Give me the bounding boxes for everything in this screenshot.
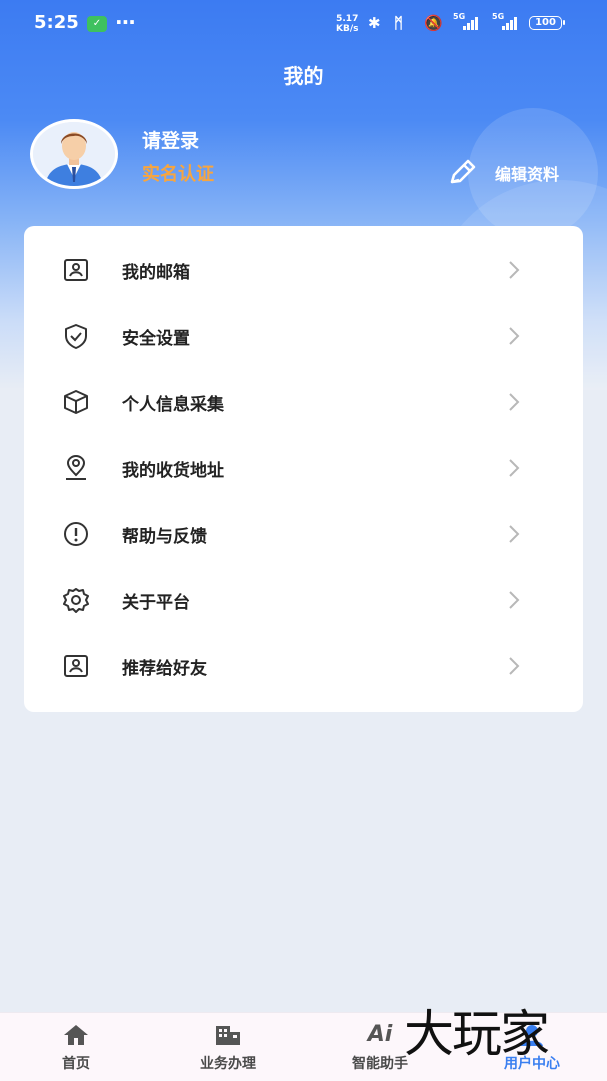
status-time: 5:25 — [34, 12, 79, 33]
chevron-right-icon — [509, 657, 520, 675]
chevron-right-icon — [509, 459, 520, 477]
chevron-right-icon — [509, 261, 520, 279]
mailbox-icon — [64, 259, 88, 281]
exclamation-circle-icon — [64, 522, 88, 546]
ai-icon: Ai — [367, 1022, 393, 1047]
menu-item-label: 我的邮箱 — [122, 263, 190, 283]
chevron-right-icon — [509, 393, 520, 411]
status-bar: 5:25 ✓ ··· 5.17 KB/s ✱ ᛗ 🔕 5G 5G 100 — [0, 0, 607, 48]
menu-item-label: 安全设置 — [122, 329, 190, 349]
menu-item-mailbox[interactable]: 我的邮箱 — [24, 237, 583, 303]
chevron-right-icon — [509, 591, 520, 609]
menu-item-label: 帮助与反馈 — [122, 527, 207, 547]
pencil-icon — [450, 159, 476, 184]
wechat-icon: ✓ — [87, 16, 107, 32]
battery-icon: 100 — [529, 16, 565, 30]
building-icon — [216, 1026, 240, 1045]
more-notifications-icon: ··· — [115, 10, 136, 34]
net-speed: 5.17 KB/s — [336, 14, 359, 34]
box-icon — [64, 390, 88, 414]
shield-check-icon — [65, 324, 87, 349]
menu-item-label: 推荐给好友 — [122, 659, 207, 679]
edit-profile-button[interactable]: 编辑资料 — [447, 158, 559, 188]
page-title: 我的 — [283, 64, 324, 88]
tab-label: 首页 — [62, 1056, 90, 1072]
menu-item-help-feedback[interactable]: 帮助与反馈 — [24, 501, 583, 567]
gear-icon — [63, 588, 89, 613]
menu-item-label: 关于平台 — [122, 593, 190, 613]
home-icon — [64, 1025, 88, 1045]
chevron-right-icon — [509, 525, 520, 543]
menu-item-personal-info[interactable]: 个人信息采集 — [24, 369, 583, 435]
bluetooth-icon: ✱ — [368, 14, 381, 32]
menu-item-label: 我的收货地址 — [122, 461, 224, 481]
tab-label: 业务办理 — [200, 1056, 256, 1072]
share-card-icon — [64, 655, 88, 677]
tab-home[interactable]: 首页 — [20, 1013, 132, 1081]
menu-item-label: 个人信息采集 — [122, 395, 224, 415]
menu-item-security[interactable]: 安全设置 — [24, 303, 583, 369]
user-avatar-icon — [33, 122, 115, 186]
menu-card: 我的邮箱 安全设置 个人信息采集 我的收货地址 帮助与反馈 关于平台 推荐给好友 — [24, 226, 583, 712]
tab-business[interactable]: 业务办理 — [172, 1013, 284, 1081]
mute-icon: 🔕 — [424, 14, 443, 32]
chevron-right-icon — [509, 327, 520, 345]
real-name-verify-link[interactable]: 实名认证 — [142, 160, 214, 186]
watermark-logo: 大玩家 — [404, 1005, 550, 1063]
login-prompt[interactable]: 请登录 — [142, 126, 199, 153]
menu-item-address[interactable]: 我的收货地址 — [24, 435, 583, 501]
edit-profile-label: 编辑资料 — [495, 165, 560, 184]
menu-item-about[interactable]: 关于平台 — [24, 567, 583, 633]
avatar[interactable] — [30, 119, 118, 189]
menu-item-recommend[interactable]: 推荐给好友 — [24, 633, 583, 699]
nfc-icon: ᛗ — [394, 14, 404, 32]
location-pin-icon — [66, 455, 86, 480]
